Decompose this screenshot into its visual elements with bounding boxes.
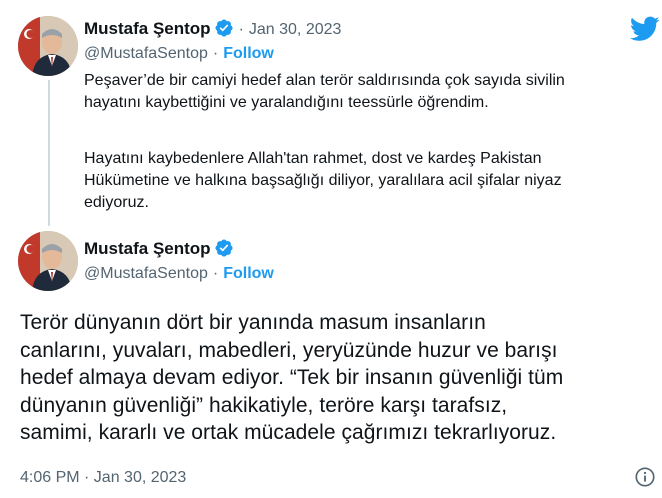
reply-tweet-subheader: @MustafaSentop · Follow [84, 45, 274, 63]
verified-badge-icon [214, 238, 234, 258]
tweet-text-line: canlarını, yuvaları, mabedleri, yeryüzün… [20, 338, 558, 362]
reply-tweet-paragraph-1: Peşaver’de bir camiyi hedef alan terör s… [84, 72, 565, 111]
tweet-date[interactable]: Jan 30, 2023 [249, 21, 342, 38]
reply-tweet-paragraph-2: Hayatını kaybedenlere Allah'tan rahmet, … [84, 150, 562, 211]
verified-badge-icon [214, 18, 234, 38]
separator-dot: · [238, 21, 244, 38]
author-handle[interactable]: @MustafaSentop [84, 265, 208, 282]
author-handle[interactable]: @MustafaSentop [84, 45, 208, 62]
author-name[interactable]: Mustafa Şentop [84, 239, 211, 258]
follow-button[interactable]: Follow [223, 265, 274, 282]
tweet-timestamp[interactable]: 4:06 PM · Jan 30, 2023 [20, 469, 186, 487]
separator-dot: · [212, 265, 219, 282]
separator-dot: · [212, 45, 219, 62]
tweet-text-line: dünyanın güvenliği” hakikatiyle, teröre … [20, 393, 508, 417]
tweet-text-line: hedef almaya devam ediyor. “Tek bir insa… [20, 366, 564, 389]
main-tweet-text: Terör dünyanın dört bir yanında masum in… [20, 309, 660, 447]
reply-tweet-header: Mustafa Şentop · Jan 30, 2023 [84, 18, 341, 39]
tweet-text-line: Terör dünyanın dört bir yanında masum in… [20, 311, 486, 334]
tweet-text-line: samimi, kararlı ve ortak mücadele çağrım… [20, 421, 557, 444]
twitter-bird-icon[interactable] [629, 16, 660, 47]
main-tweet-subheader: @MustafaSentop · Follow [84, 265, 274, 283]
main-tweet-header: Mustafa Şentop [84, 238, 234, 259]
avatar[interactable] [18, 231, 78, 291]
follow-button[interactable]: Follow [223, 45, 274, 62]
info-icon[interactable] [634, 466, 656, 493]
avatar[interactable] [18, 16, 78, 76]
thread-connector-line [48, 80, 50, 226]
author-name[interactable]: Mustafa Şentop [84, 19, 211, 38]
